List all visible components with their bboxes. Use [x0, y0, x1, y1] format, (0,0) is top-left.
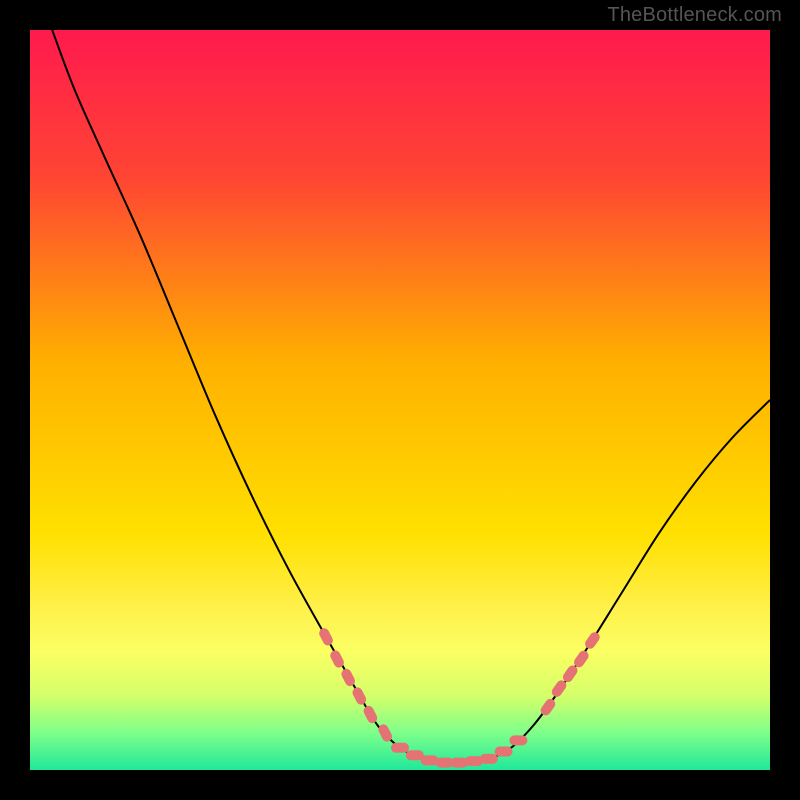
watermark-label: TheBottleneck.com [607, 4, 782, 27]
chart-svg [30, 30, 770, 770]
highlight-marker [480, 754, 498, 764]
highlight-marker [391, 743, 409, 753]
plot-area [30, 30, 770, 770]
highlight-marker [495, 747, 513, 757]
gradient-background [30, 30, 770, 770]
chart-container: TheBottleneck.com [0, 0, 800, 800]
highlight-marker [509, 735, 527, 745]
